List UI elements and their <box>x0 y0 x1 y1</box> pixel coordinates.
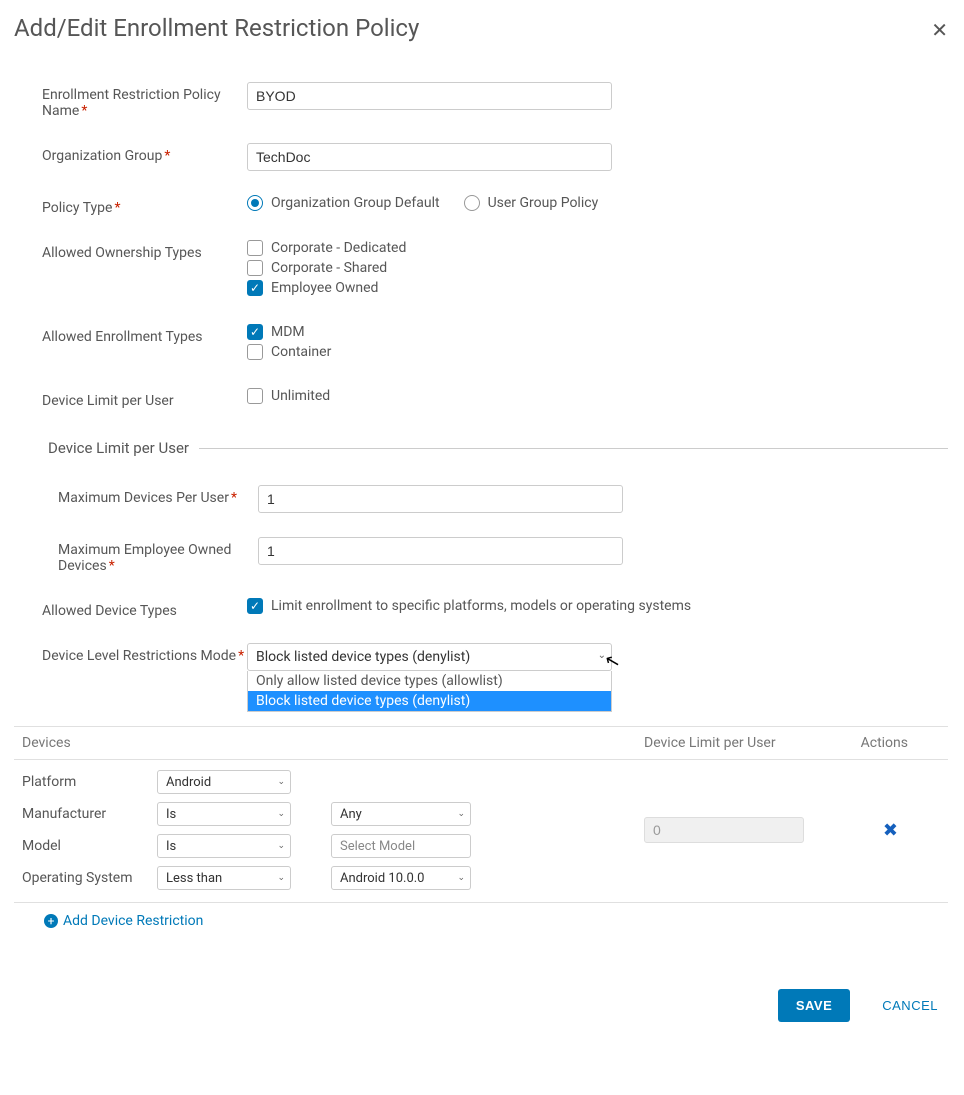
policy-name-label: Enrollment Restriction Policy Name* <box>42 82 247 119</box>
os-op-select[interactable]: Less than⌄ <box>157 866 291 890</box>
model-value-select[interactable]: Select Model <box>331 834 471 858</box>
policy-type-radio-usergroup[interactable] <box>464 195 480 211</box>
platform-select[interactable]: Android⌄ <box>157 770 291 794</box>
policy-type-radio-default-label: Organization Group Default <box>271 195 440 211</box>
manufacturer-value-select[interactable]: Any⌄ <box>331 802 471 826</box>
close-icon[interactable]: ✕ <box>931 18 948 42</box>
policy-type-label: Policy Type* <box>42 195 247 216</box>
enrollment-mdm-checkbox[interactable] <box>247 324 263 340</box>
max-employee-label: Maximum Employee Owned Devices* <box>58 537 258 574</box>
org-group-label: Organization Group* <box>42 143 247 164</box>
device-limit-input[interactable] <box>644 817 804 843</box>
policy-type-radio-usergroup-label: User Group Policy <box>488 195 599 211</box>
ownership-corporate-shared-label: Corporate - Shared <box>271 260 387 276</box>
grid-header-devices: Devices <box>14 735 644 751</box>
restrictions-mode-label: Device Level Restrictions Mode* <box>42 643 247 664</box>
save-button[interactable]: SAVE <box>778 989 850 1022</box>
restrictions-mode-option-allowlist[interactable]: Only allow listed device types (allowlis… <box>248 671 611 691</box>
org-group-input[interactable] <box>247 143 612 171</box>
enrollment-container-label: Container <box>271 344 331 360</box>
dialog-title: Add/Edit Enrollment Restriction Policy <box>14 14 948 42</box>
max-devices-input[interactable] <box>258 485 623 513</box>
model-label: Model <box>22 838 157 854</box>
add-device-restriction-link[interactable]: + Add Device Restriction <box>14 913 948 929</box>
unlimited-checkbox[interactable] <box>247 388 263 404</box>
dialog-container: Add/Edit Enrollment Restriction Policy ✕… <box>0 0 964 1048</box>
delete-icon[interactable]: ✖ <box>883 820 898 841</box>
model-op-select[interactable]: Is⌄ <box>157 834 291 858</box>
ownership-label: Allowed Ownership Types <box>42 240 247 261</box>
limit-enrollment-checkbox[interactable] <box>247 598 263 614</box>
policy-type-radio-default[interactable] <box>247 195 263 211</box>
devices-grid: Devices Device Limit per User Actions Pl… <box>14 726 948 929</box>
section-header-device-limit: Device Limit per User <box>42 439 948 457</box>
form-section: Enrollment Restriction Policy Name* Orga… <box>14 82 948 671</box>
plus-icon: + <box>44 914 58 928</box>
device-limit-flag-label: Device Limit per User <box>42 388 247 409</box>
restrictions-mode-select[interactable]: Block listed device types (denylist) <box>247 643 612 671</box>
os-label: Operating System <box>22 870 157 886</box>
manufacturer-label: Manufacturer <box>22 806 157 822</box>
platform-label: Platform <box>22 774 157 790</box>
ownership-employee-owned-checkbox[interactable] <box>247 280 263 296</box>
ownership-corporate-dedicated-checkbox[interactable] <box>247 240 263 256</box>
enrollment-container-checkbox[interactable] <box>247 344 263 360</box>
grid-header-actions: Actions <box>814 735 948 751</box>
enrollment-label: Allowed Enrollment Types <box>42 324 247 345</box>
max-employee-input[interactable] <box>258 537 623 565</box>
cancel-button[interactable]: CANCEL <box>876 997 944 1014</box>
ownership-corporate-shared-checkbox[interactable] <box>247 260 263 276</box>
manufacturer-op-select[interactable]: Is⌄ <box>157 802 291 826</box>
chevron-down-icon: ⌄ <box>598 650 606 661</box>
restrictions-mode-option-denylist[interactable]: Block listed device types (denylist) <box>248 691 611 711</box>
grid-header-limit: Device Limit per User <box>644 735 814 751</box>
limit-enrollment-label: Limit enrollment to specific platforms, … <box>271 598 691 614</box>
enrollment-mdm-label: MDM <box>271 324 305 340</box>
max-devices-label: Maximum Devices Per User* <box>58 485 258 506</box>
unlimited-label: Unlimited <box>271 388 330 404</box>
restrictions-mode-dropdown: Only allow listed device types (allowlis… <box>247 671 612 712</box>
policy-name-input[interactable] <box>247 82 612 110</box>
ownership-employee-owned-label: Employee Owned <box>271 280 378 296</box>
allowed-device-types-label: Allowed Device Types <box>42 598 247 619</box>
os-value-select[interactable]: Android 10.0.0⌄ <box>331 866 471 890</box>
ownership-corporate-dedicated-label: Corporate - Dedicated <box>271 240 406 256</box>
